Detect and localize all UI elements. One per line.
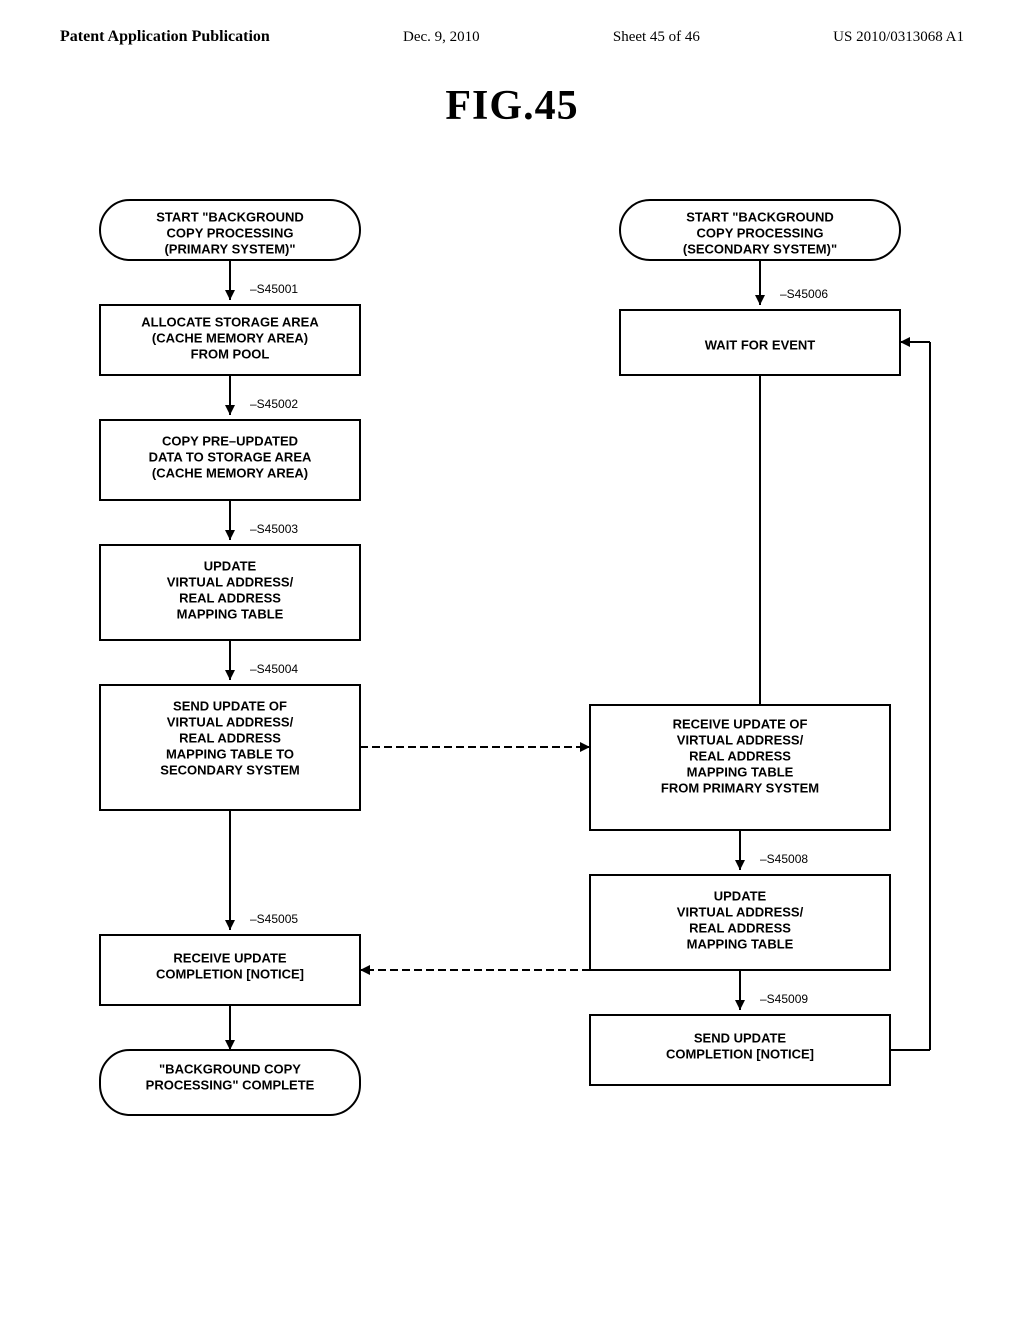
- svg-text:COPY PRE–UPDATED: COPY PRE–UPDATED: [162, 433, 298, 448]
- s45005-label: –S45005: [250, 912, 298, 926]
- start-primary-text2: COPY PROCESSING: [167, 225, 294, 240]
- svg-text:SECONDARY SYSTEM: SECONDARY SYSTEM: [160, 762, 299, 777]
- svg-text:VIRTUAL ADDRESS/: VIRTUAL ADDRESS/: [167, 574, 294, 589]
- svg-text:REAL ADDRESS: REAL ADDRESS: [689, 748, 791, 763]
- start-primary-text3: (PRIMARY SYSTEM)": [164, 241, 295, 256]
- svg-text:PROCESSING" COMPLETE: PROCESSING" COMPLETE: [146, 1077, 315, 1092]
- s45003-label: –S45003: [250, 522, 298, 536]
- svg-text:SEND UPDATE OF: SEND UPDATE OF: [173, 698, 287, 713]
- s45004-label: –S45004: [250, 662, 298, 676]
- svg-text:COPY PROCESSING: COPY PROCESSING: [697, 225, 824, 240]
- header-left: Patent Application Publication: [60, 28, 270, 46]
- svg-text:COMPLETION [NOTICE]: COMPLETION [NOTICE]: [666, 1046, 814, 1061]
- svg-text:(SECONDARY SYSTEM)": (SECONDARY SYSTEM)": [683, 241, 837, 256]
- svg-text:VIRTUAL ADDRESS/: VIRTUAL ADDRESS/: [167, 714, 294, 729]
- svg-text:COMPLETION [NOTICE]: COMPLETION [NOTICE]: [156, 966, 304, 981]
- svg-text:REAL ADDRESS: REAL ADDRESS: [179, 730, 281, 745]
- svg-text:ALLOCATE STORAGE AREA: ALLOCATE STORAGE AREA: [141, 314, 319, 329]
- svg-text:MAPPING TABLE: MAPPING TABLE: [687, 764, 794, 779]
- svg-text:UPDATE: UPDATE: [204, 558, 257, 573]
- svg-text:VIRTUAL ADDRESS/: VIRTUAL ADDRESS/: [677, 904, 804, 919]
- header-patent: US 2010/0313068 A1: [833, 29, 964, 46]
- s45002-label: –S45002: [250, 397, 298, 411]
- svg-text:MAPPING TABLE: MAPPING TABLE: [177, 606, 284, 621]
- header-date: Dec. 9, 2010: [403, 29, 480, 46]
- svg-text:FROM PRIMARY SYSTEM: FROM PRIMARY SYSTEM: [661, 780, 819, 795]
- svg-text:MAPPING TABLE: MAPPING TABLE: [687, 936, 794, 951]
- svg-text:"BACKGROUND COPY: "BACKGROUND COPY: [159, 1061, 301, 1076]
- s45006-label: –S45006: [780, 287, 828, 301]
- svg-text:UPDATE: UPDATE: [714, 888, 767, 903]
- svg-text:REAL ADDRESS: REAL ADDRESS: [689, 920, 791, 935]
- svg-text:WAIT FOR EVENT: WAIT FOR EVENT: [705, 337, 816, 352]
- figure-title: FIG.45: [0, 82, 1024, 130]
- svg-text:SEND UPDATE: SEND UPDATE: [694, 1030, 787, 1045]
- svg-text:(CACHE MEMORY AREA): (CACHE MEMORY AREA): [152, 465, 308, 480]
- svg-text:RECEIVE UPDATE: RECEIVE UPDATE: [173, 950, 286, 965]
- s45008-label: –S45008: [760, 852, 808, 866]
- svg-text:FROM POOL: FROM POOL: [191, 346, 270, 361]
- svg-text:START "BACKGROUND: START "BACKGROUND: [686, 209, 833, 224]
- svg-text:VIRTUAL ADDRESS/: VIRTUAL ADDRESS/: [677, 732, 804, 747]
- s45001-label: –S45001: [250, 282, 298, 296]
- svg-text:(CACHE MEMORY AREA): (CACHE MEMORY AREA): [152, 330, 308, 345]
- start-primary-text: START "BACKGROUND: [156, 209, 303, 224]
- svg-text:DATA TO STORAGE AREA: DATA TO STORAGE AREA: [149, 449, 312, 464]
- flowchart-diagram: START "BACKGROUND COPY PROCESSING (PRIMA…: [0, 150, 1024, 1250]
- svg-text:REAL ADDRESS: REAL ADDRESS: [179, 590, 281, 605]
- page-header: Patent Application Publication Dec. 9, 2…: [0, 0, 1024, 46]
- svg-text:RECEIVE UPDATE OF: RECEIVE UPDATE OF: [673, 716, 808, 731]
- s45009-label: –S45009: [760, 992, 808, 1006]
- header-sheet: Sheet 45 of 46: [613, 29, 700, 46]
- svg-text:MAPPING TABLE TO: MAPPING TABLE TO: [166, 746, 294, 761]
